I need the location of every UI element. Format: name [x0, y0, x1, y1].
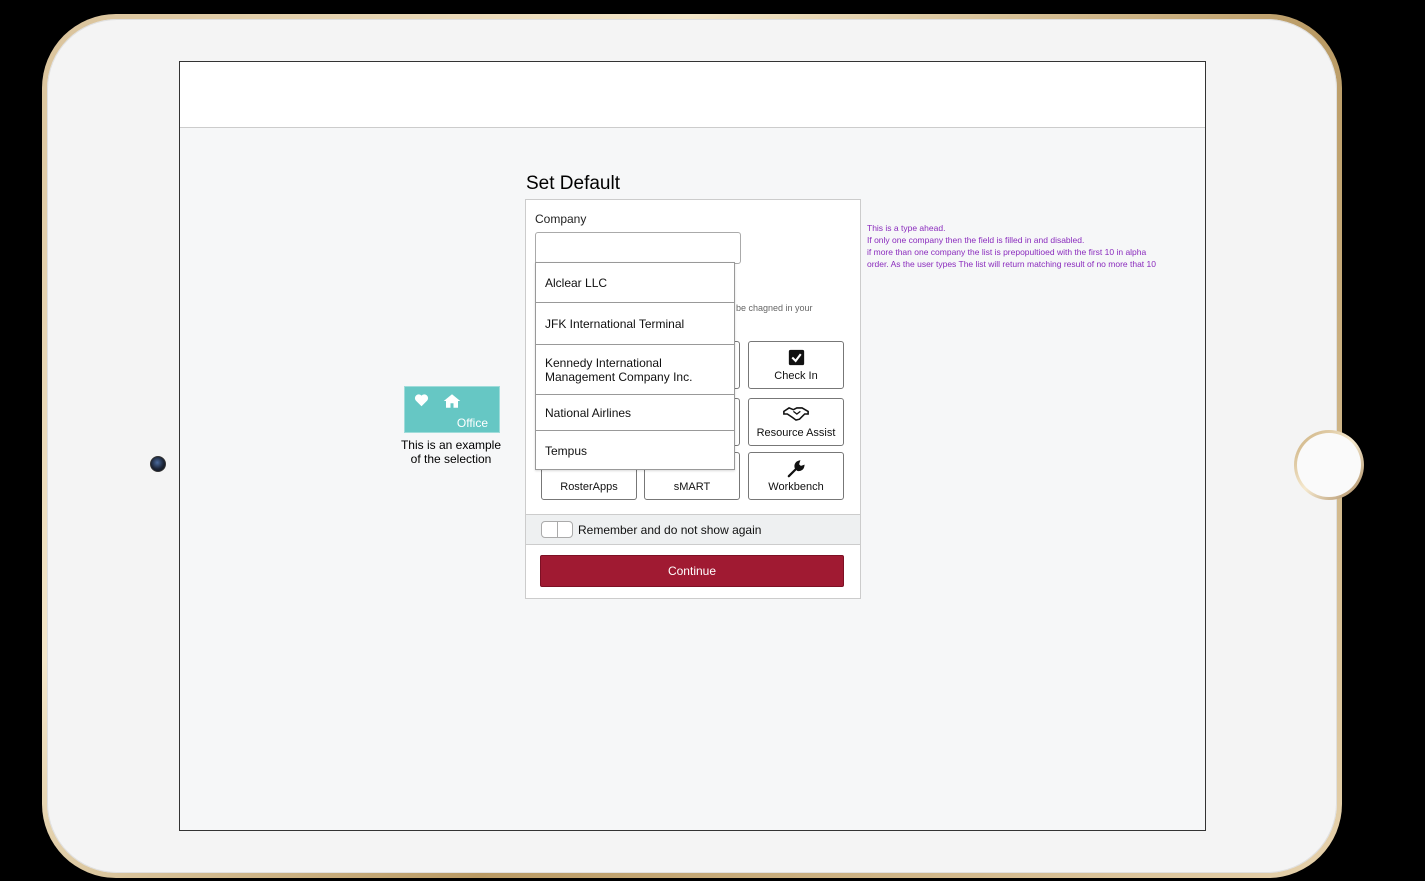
annotation-line: If only one company then the field is fi…: [867, 235, 1085, 245]
example-tile-label: Office: [456, 416, 488, 430]
app-tile-workbench[interactable]: Workbench: [748, 452, 844, 500]
handshake-icon: [749, 406, 843, 422]
tile-label: Workbench: [768, 481, 824, 493]
dropdown-item[interactable]: National Airlines: [536, 395, 734, 431]
continue-button[interactable]: Continue: [540, 555, 844, 587]
company-label: Company: [535, 212, 587, 226]
tile-label: sMART: [673, 481, 711, 493]
dropdown-item[interactable]: Alclear LLC: [536, 263, 734, 303]
app-tile-check-in[interactable]: Check In: [748, 341, 844, 389]
tile-label: RosterApps: [560, 481, 618, 493]
dropdown-item[interactable]: Kennedy International Management Company…: [536, 345, 734, 395]
annotation-line: if more than one company the list is pre…: [867, 247, 1147, 257]
remember-row: Remember and do not show again: [526, 514, 860, 545]
app-tile-resource-assist[interactable]: Resource Assist: [748, 398, 844, 446]
example-caption: This is an example of the selection: [400, 438, 502, 466]
example-selected-tile: Office: [404, 386, 500, 433]
dialog-title: Set Default: [526, 173, 620, 194]
house-icon: [443, 393, 461, 414]
heart-icon: [414, 393, 429, 412]
annotation-note: This is a type ahead. If only one compan…: [867, 222, 1187, 270]
hint-text: be chagned in your: [736, 303, 813, 313]
tile-label: Resource Assist: [756, 427, 836, 439]
tile-label: Check In: [774, 370, 818, 382]
remember-label: Remember and do not show again: [578, 523, 762, 537]
dropdown-item[interactable]: Tempus: [536, 431, 734, 470]
app-screen: Office This is an example of the selecti…: [179, 61, 1206, 831]
camera-icon: [150, 456, 166, 472]
annotation-line: order. As the user types The list will r…: [867, 259, 1156, 269]
annotation-line: This is a type ahead.: [867, 223, 946, 233]
remember-toggle[interactable]: [541, 521, 573, 538]
wrench-icon: [749, 460, 843, 478]
company-input[interactable]: [535, 232, 741, 264]
dropdown-item[interactable]: JFK International Terminal: [536, 303, 734, 345]
home-button[interactable]: [1294, 430, 1364, 500]
checkbox-icon: [749, 349, 843, 366]
top-bar: [180, 62, 1205, 128]
company-dropdown: Alclear LLC JFK International Terminal K…: [535, 262, 735, 470]
